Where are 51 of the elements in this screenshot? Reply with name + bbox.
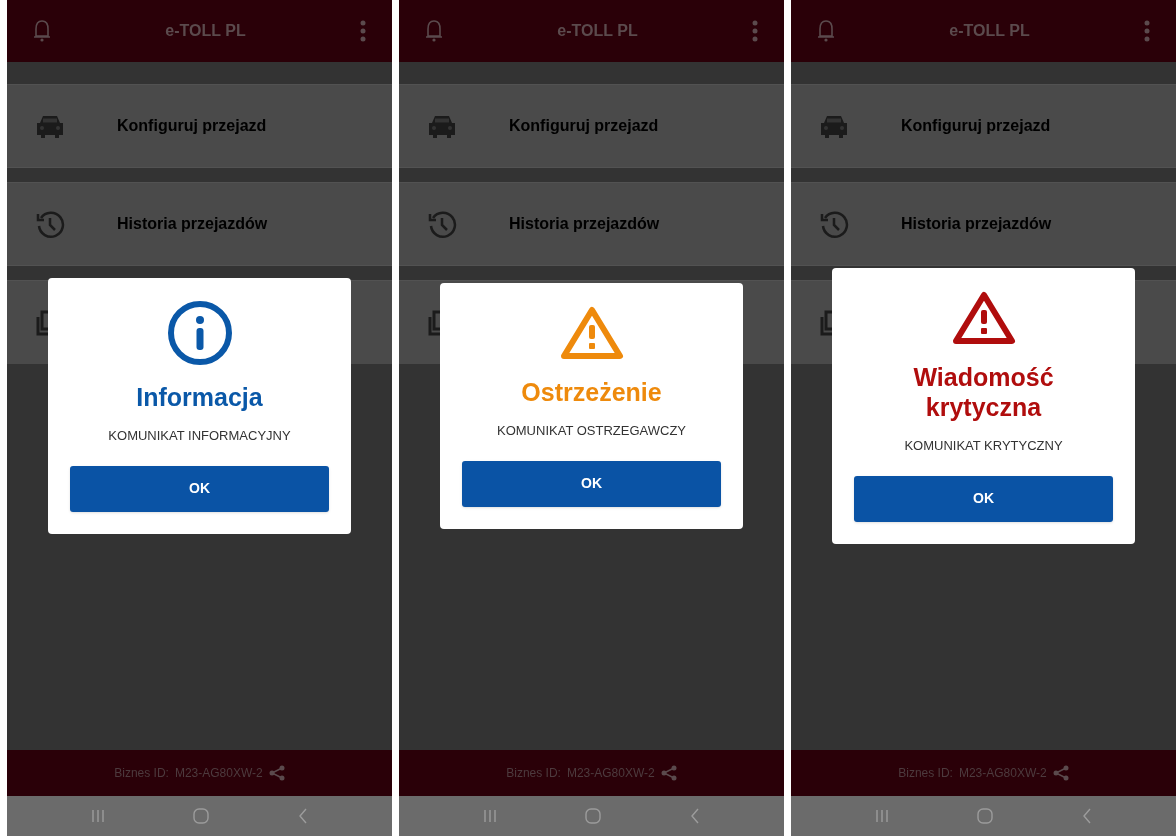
recent-apps-icon[interactable] [875, 809, 890, 823]
back-icon[interactable] [297, 808, 308, 824]
footer-label: Biznes ID: [506, 765, 561, 782]
recent-apps-icon[interactable] [91, 809, 106, 823]
car-icon [35, 113, 65, 139]
ok-button[interactable]: OK [854, 475, 1113, 522]
home-icon[interactable] [585, 808, 602, 824]
app-title: e-TOLL PL [557, 21, 638, 41]
menu-item[interactable]: Historia przejazdów [791, 182, 1176, 266]
app-title: e-TOLL PL [949, 21, 1030, 41]
dialog-message: KOMUNIKAT OSTRZEGAWCZY [497, 422, 686, 441]
bell-icon[interactable] [425, 19, 443, 43]
car-icon [819, 113, 849, 139]
share-icon[interactable] [660, 765, 677, 781]
footer-label: Biznes ID: [114, 765, 169, 782]
share-icon[interactable] [1052, 765, 1069, 781]
ok-button[interactable]: OK [70, 465, 329, 512]
dialog-title: Informacja [136, 382, 263, 413]
back-icon[interactable] [1081, 808, 1092, 824]
info-icon [166, 300, 233, 367]
home-icon[interactable] [977, 808, 994, 824]
business-id: M23-AG80XW-2 [958, 765, 1047, 782]
menu-item[interactable]: Konfiguruj przejazd [791, 84, 1176, 168]
business-id: M23-AG80XW-2 [174, 765, 263, 782]
bell-icon[interactable] [817, 19, 835, 43]
history-icon [35, 209, 65, 239]
home-icon[interactable] [193, 808, 210, 824]
back-icon[interactable] [689, 808, 700, 824]
dialog-title: Ostrzeżenie [521, 377, 662, 408]
menu-item[interactable]: Konfiguruj przejazd [7, 84, 392, 168]
dialog-message: KOMUNIKAT INFORMACYJNY [108, 427, 291, 446]
dialog-message: KOMUNIKAT KRYTYCZNY [904, 437, 1063, 456]
app-title: e-TOLL PL [165, 21, 246, 41]
warning-icon [951, 290, 1016, 347]
business-id: M23-AG80XW-2 [566, 765, 655, 782]
footer-label: Biznes ID: [898, 765, 953, 782]
dialog-title: Wiadomość krytyczna [912, 362, 1055, 423]
bell-icon[interactable] [33, 19, 51, 43]
menu-item[interactable]: Konfiguruj przejazd [399, 84, 784, 168]
ok-button[interactable]: OK [462, 460, 721, 507]
more-icon[interactable] [752, 20, 758, 42]
menu-item[interactable]: Historia przejazdów [7, 182, 392, 266]
car-icon [427, 113, 457, 139]
more-icon[interactable] [1144, 20, 1150, 42]
history-icon [819, 209, 849, 239]
recent-apps-icon[interactable] [483, 809, 498, 823]
warning-icon [559, 305, 624, 362]
more-icon[interactable] [360, 20, 366, 42]
history-icon [427, 209, 457, 239]
share-icon[interactable] [268, 765, 285, 781]
menu-item[interactable]: Historia przejazdów [399, 182, 784, 266]
